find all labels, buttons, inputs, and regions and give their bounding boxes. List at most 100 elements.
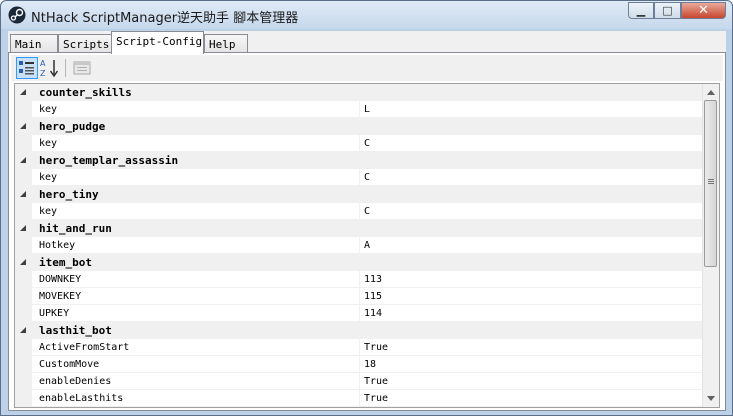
property-value[interactable]: 113 xyxy=(364,274,382,285)
property-value[interactable]: C xyxy=(364,138,370,149)
property-row[interactable]: DOWNKEY 113 xyxy=(15,271,702,288)
script-config-panel: A Z counter_skills key L hero_pudge key … xyxy=(8,52,726,411)
property-value[interactable]: C xyxy=(364,206,370,217)
column-splitter[interactable] xyxy=(359,288,360,305)
scroll-down-arrow-icon[interactable] xyxy=(707,396,715,401)
category-row-hero-templar-assassin[interactable]: hero_templar_assassin xyxy=(15,152,702,169)
property-row[interactable]: MOVEKEY 115 xyxy=(15,288,702,305)
property-value[interactable]: 18 xyxy=(364,359,376,370)
property-row[interactable]: CustomMove 18 xyxy=(15,356,702,373)
svg-text:A: A xyxy=(40,59,46,68)
column-splitter[interactable] xyxy=(359,305,360,322)
property-name: enableDenies xyxy=(39,376,112,387)
collapse-triangle-icon[interactable] xyxy=(20,89,26,95)
collapse-triangle-icon[interactable] xyxy=(20,123,26,129)
tab-scripts[interactable]: Scripts xyxy=(58,34,112,53)
tab-main[interactable]: Main xyxy=(10,34,58,53)
category-row-hit-and-run[interactable]: hit_and_run xyxy=(15,220,702,237)
category-label: counter_skills xyxy=(39,86,132,99)
property-value[interactable]: C xyxy=(364,172,370,183)
column-splitter[interactable] xyxy=(359,271,360,288)
collapse-triangle-icon[interactable] xyxy=(20,327,26,333)
categorized-view-icon xyxy=(19,61,34,75)
scroll-up-arrow-icon[interactable] xyxy=(707,90,715,95)
minimize-button[interactable]: ▁ xyxy=(628,2,654,19)
row-gutter xyxy=(15,237,32,254)
property-name: DOWNKEY xyxy=(39,274,82,285)
property-row[interactable]: Hotkey A xyxy=(15,237,702,254)
row-gutter xyxy=(15,356,32,373)
property-row[interactable]: enableDenies True xyxy=(15,373,702,390)
category-label: hero_templar_assassin xyxy=(39,154,179,167)
column-splitter[interactable] xyxy=(359,356,360,373)
category-row-hero-pudge[interactable]: hero_pudge xyxy=(15,118,702,135)
vertical-scrollbar[interactable] xyxy=(702,84,719,407)
category-label: hit_and_run xyxy=(39,222,112,235)
column-splitter[interactable] xyxy=(359,203,360,220)
column-splitter[interactable] xyxy=(359,339,360,356)
category-row-item-bot[interactable]: item_bot xyxy=(15,254,702,271)
categorized-view-button[interactable] xyxy=(16,57,38,79)
maximize-button[interactable]: □ xyxy=(654,2,681,19)
column-splitter[interactable] xyxy=(359,169,360,186)
property-row[interactable]: key C xyxy=(15,203,702,220)
steam-app-icon xyxy=(8,6,26,24)
property-row[interactable]: key C xyxy=(15,135,702,152)
collapse-triangle-icon[interactable] xyxy=(20,225,26,231)
column-splitter[interactable] xyxy=(359,373,360,390)
property-name: key xyxy=(39,206,58,217)
property-pages-button[interactable] xyxy=(71,57,93,79)
property-value[interactable]: 114 xyxy=(364,308,382,319)
property-row[interactable]: key L xyxy=(15,101,702,118)
property-name: UPKEY xyxy=(39,308,70,319)
scroll-thumb[interactable] xyxy=(704,100,717,267)
alphabetical-sort-button[interactable]: A Z xyxy=(39,57,61,79)
property-row[interactable]: ActiveFromStart True xyxy=(15,339,702,356)
category-row-lasthit-bot[interactable]: lasthit_bot xyxy=(15,322,702,339)
property-row[interactable]: key C xyxy=(15,169,702,186)
property-name: Hotkey xyxy=(39,240,76,251)
category-row-hero-tiny[interactable]: hero_tiny xyxy=(15,186,702,203)
property-row[interactable]: UPKEY 114 xyxy=(15,305,702,322)
property-value[interactable]: True xyxy=(364,342,388,353)
row-gutter xyxy=(15,390,32,407)
property-name: CustomMove xyxy=(39,359,100,370)
row-gutter xyxy=(15,135,32,152)
column-splitter[interactable] xyxy=(359,135,360,152)
property-pages-icon xyxy=(73,61,91,75)
category-row-counter-skills[interactable]: counter_skills xyxy=(15,84,702,101)
tab-script-config[interactable]: Script-Config xyxy=(111,31,204,54)
title-bar[interactable]: NtHack ScriptManager逆天助手 腳本管理器 ▁ □ ✕ xyxy=(1,1,732,29)
property-value[interactable]: A xyxy=(364,240,370,251)
property-name: key xyxy=(39,104,58,115)
row-gutter xyxy=(15,339,32,356)
column-splitter[interactable] xyxy=(359,390,360,407)
tab-help[interactable]: Help xyxy=(204,34,248,53)
row-gutter xyxy=(15,373,32,390)
grip-icon xyxy=(708,179,714,180)
column-splitter[interactable] xyxy=(359,101,360,118)
row-gutter xyxy=(15,101,32,118)
row-gutter xyxy=(15,271,32,288)
row-gutter xyxy=(15,288,32,305)
row-gutter xyxy=(15,305,32,322)
row-gutter xyxy=(15,169,32,186)
property-value[interactable]: True xyxy=(364,393,388,404)
svg-text:Z: Z xyxy=(40,69,46,78)
category-label: item_bot xyxy=(39,256,92,269)
collapse-triangle-icon[interactable] xyxy=(20,191,26,197)
collapse-triangle-icon[interactable] xyxy=(20,259,26,265)
client-area: Main Scripts Script-Config Help A Z coun… xyxy=(8,31,726,411)
property-grid-toolbar: A Z xyxy=(11,55,723,81)
property-name: key xyxy=(39,138,58,149)
property-value[interactable]: L xyxy=(364,104,370,115)
property-name: MOVEKEY xyxy=(39,291,82,302)
property-value[interactable]: True xyxy=(364,376,388,387)
property-row[interactable]: enableLasthits True xyxy=(15,390,702,407)
property-value[interactable]: 115 xyxy=(364,291,382,302)
column-splitter[interactable] xyxy=(359,237,360,254)
app-window: NtHack ScriptManager逆天助手 腳本管理器 ▁ □ ✕ Mai… xyxy=(0,0,733,416)
collapse-triangle-icon[interactable] xyxy=(20,157,26,163)
property-name: key xyxy=(39,172,58,183)
close-button[interactable]: ✕ xyxy=(681,2,726,19)
